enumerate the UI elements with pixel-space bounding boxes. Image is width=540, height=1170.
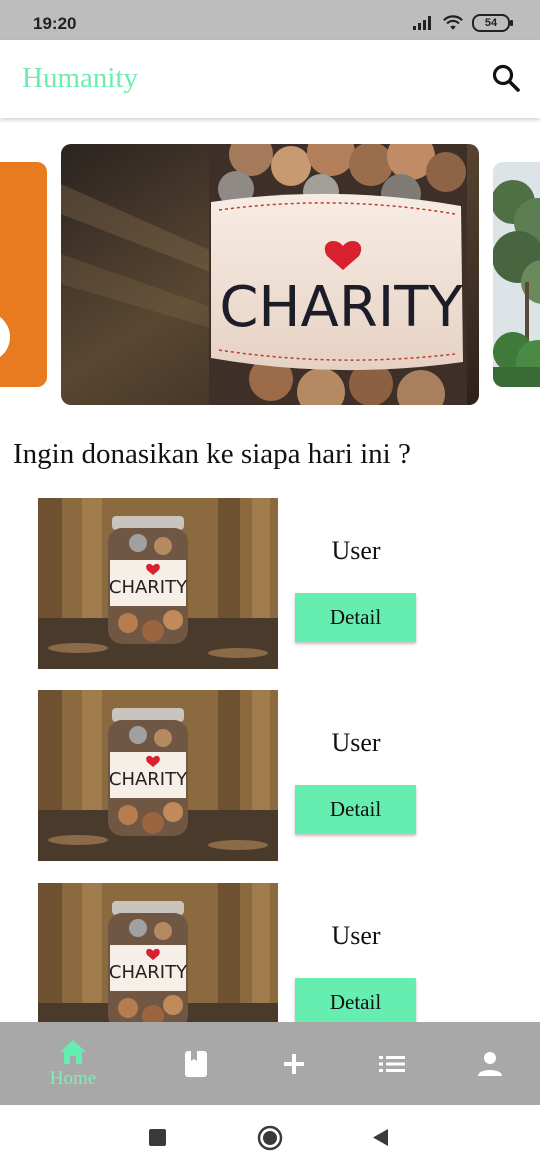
banner-card-previous[interactable] xyxy=(0,162,47,387)
item-name: User xyxy=(331,728,381,757)
app-bar: Humanity xyxy=(0,40,540,118)
nav-item-add[interactable] xyxy=(240,1022,348,1105)
list-item: CHARITY User Detail xyxy=(0,498,540,670)
banner-card-next[interactable] xyxy=(493,162,540,387)
detail-button[interactable]: Detail xyxy=(295,593,416,642)
item-name: User xyxy=(331,921,381,950)
trees-image xyxy=(493,162,540,387)
wifi-icon xyxy=(443,15,463,30)
home-circle-icon[interactable] xyxy=(257,1125,283,1151)
banner-card-charity[interactable]: CHARITY xyxy=(61,144,479,405)
banner-label: CHARITY xyxy=(219,275,463,340)
person-icon xyxy=(478,1051,502,1076)
bottom-navigation: Home xyxy=(0,1022,540,1105)
system-navigation-bar xyxy=(0,1105,540,1170)
banner-circle-shape xyxy=(0,312,10,362)
charity-jar-thumbnail[interactable]: CHARITY xyxy=(38,498,278,669)
thumbnail-label: CHARITY xyxy=(109,962,188,983)
thumbnail-label: CHARITY xyxy=(109,577,188,598)
back-icon[interactable] xyxy=(371,1128,389,1147)
plus-icon xyxy=(284,1053,304,1074)
item-name: User xyxy=(331,536,381,565)
nav-label-home: Home xyxy=(49,1067,97,1089)
book-icon xyxy=(185,1050,207,1077)
nav-item-book[interactable] xyxy=(142,1022,250,1105)
list-item: CHARITY User Detail xyxy=(0,690,540,862)
charity-jar-thumbnail[interactable]: CHARITY xyxy=(38,883,278,1022)
detail-button[interactable]: Detail xyxy=(295,978,416,1022)
recents-icon[interactable] xyxy=(149,1129,166,1146)
list-item: CHARITY User Detail xyxy=(0,883,540,1022)
status-icons: 54 xyxy=(412,13,513,33)
search-icon[interactable] xyxy=(490,62,522,94)
charity-jar-image: CHARITY xyxy=(61,144,479,405)
list-icon xyxy=(379,1055,405,1072)
detail-button[interactable]: Detail xyxy=(295,785,416,834)
home-icon xyxy=(60,1039,86,1064)
battery-level: 54 xyxy=(484,17,498,29)
nav-item-home[interactable]: Home xyxy=(19,1022,127,1105)
section-title: Ingin donasikan ke siapa hari ini ? xyxy=(13,438,411,470)
donation-list[interactable]: CHARITY User Detail CHARITY User Detail … xyxy=(0,498,540,1022)
nav-item-profile[interactable] xyxy=(436,1022,540,1105)
app-title: Humanity xyxy=(22,62,138,94)
charity-jar-thumbnail[interactable]: CHARITY xyxy=(38,690,278,861)
nav-item-list[interactable] xyxy=(338,1022,446,1105)
banner-carousel[interactable]: CHARITY xyxy=(0,140,540,410)
status-time: 19:20 xyxy=(33,14,77,33)
battery-icon: 54 xyxy=(472,14,513,32)
signal-icon xyxy=(413,16,431,30)
thumbnail-label: CHARITY xyxy=(109,769,188,790)
status-bar: 19:20 54 xyxy=(0,0,540,40)
